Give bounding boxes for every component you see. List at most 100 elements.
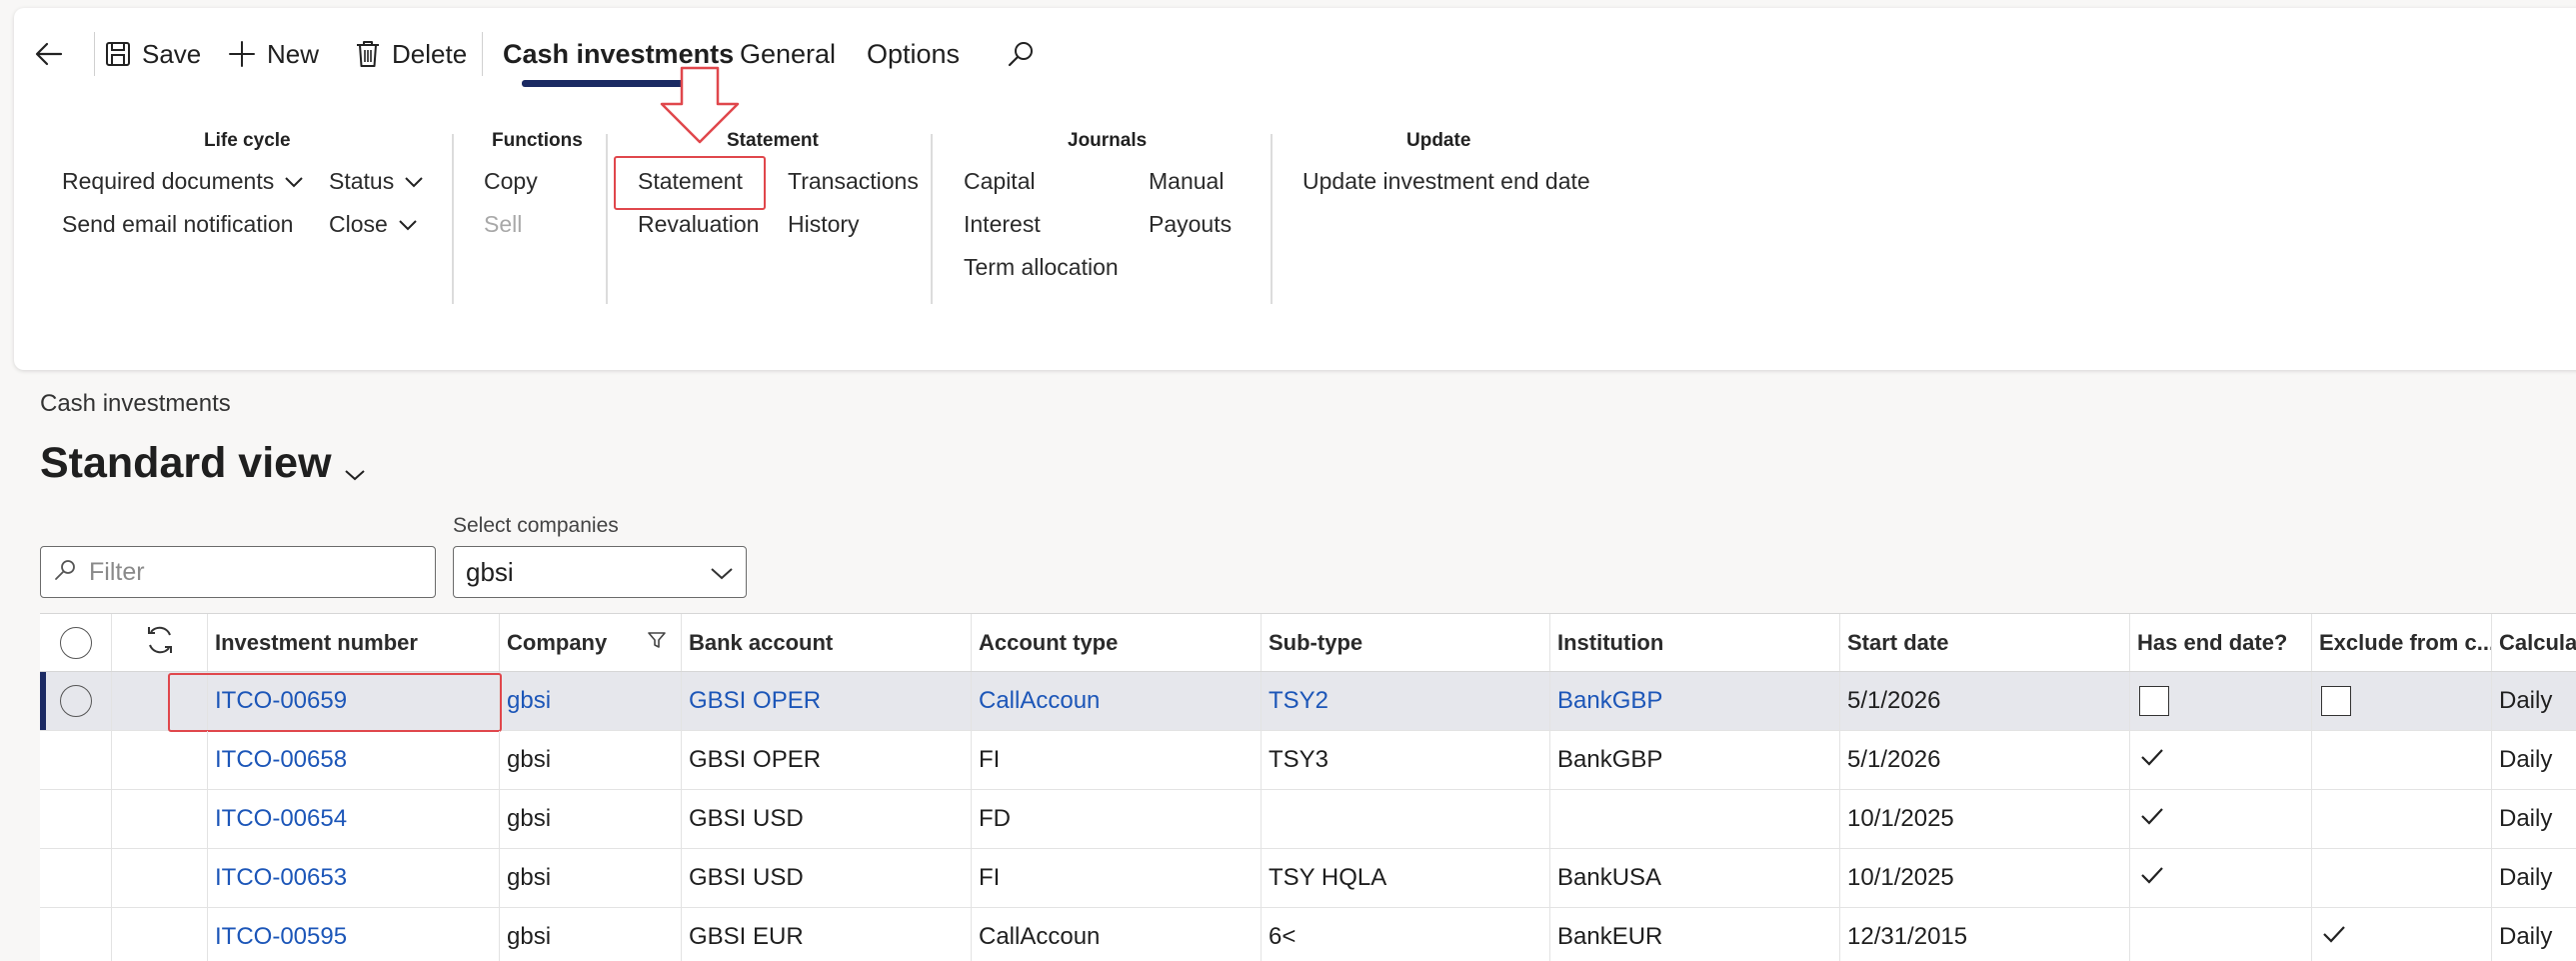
account-type-cell: CallAccoun xyxy=(972,908,1262,961)
sub-type-link[interactable]: TSY2 xyxy=(1262,672,1550,730)
manual-button[interactable]: Manual xyxy=(1149,168,1224,195)
calculation-cell: Daily xyxy=(2499,805,2553,832)
delete-button[interactable]: Delete xyxy=(354,30,467,78)
exclude-cell xyxy=(2312,731,2492,789)
transactions-button[interactable]: Transactions xyxy=(788,168,919,195)
company-cell: gbsi xyxy=(500,731,682,789)
col-account-type[interactable]: Account type xyxy=(972,614,1262,671)
has-end-date-cell xyxy=(2130,672,2312,730)
sub-type-cell: TSY3 xyxy=(1262,731,1550,789)
company-link[interactable]: gbsi xyxy=(500,672,682,730)
sell-button[interactable]: Sell xyxy=(484,211,522,238)
investment-number-link[interactable]: ITCO-00658 xyxy=(208,731,500,789)
functions-group-title: Functions xyxy=(492,130,583,151)
payouts-button[interactable]: Payouts xyxy=(1149,211,1232,238)
tab-general[interactable]: General xyxy=(740,30,836,78)
search-icon xyxy=(53,558,77,587)
new-button[interactable]: New xyxy=(227,30,319,78)
calculation-cell: Daily xyxy=(2499,746,2553,773)
chevron-down-icon xyxy=(398,211,418,238)
toolbar: Save New Delete Cash investments General… xyxy=(14,8,1214,88)
chevron-down-icon xyxy=(404,168,424,195)
search-icon xyxy=(1006,39,1036,69)
checkmark-icon xyxy=(2139,746,2165,775)
row-select-cell xyxy=(40,790,112,848)
has-end-date-cell xyxy=(2130,790,2312,848)
refresh-cell xyxy=(112,614,208,671)
start-date-cell: 5/1/2026 xyxy=(1840,731,2130,789)
save-button[interactable]: Save xyxy=(104,30,201,78)
status-label: Status xyxy=(329,168,395,194)
col-institution[interactable]: Institution xyxy=(1550,614,1840,671)
account-type-link[interactable]: CallAccoun xyxy=(972,672,1262,730)
table-row[interactable]: ITCO-00595 gbsi GBSI EUR CallAccoun 6< B… xyxy=(40,908,2576,961)
down-arrow-annotation-icon xyxy=(658,66,742,151)
table-row[interactable]: ITCO-00654 gbsi GBSI USD FD 10/1/2025 Da… xyxy=(40,790,2576,849)
interest-button[interactable]: Interest xyxy=(964,211,1041,238)
send-email-notification-button[interactable]: Send email notification xyxy=(62,211,293,238)
col-has-end-date[interactable]: Has end date? xyxy=(2130,614,2312,671)
company-cell: gbsi xyxy=(500,849,682,907)
col-calculation[interactable]: Calculation xyxy=(2492,614,2576,671)
col-exclude[interactable]: Exclude from c... xyxy=(2312,614,2492,671)
close-label: Close xyxy=(329,211,388,237)
status-menu[interactable]: Status xyxy=(329,168,424,195)
company-cell: gbsi xyxy=(500,790,682,848)
chevron-down-icon xyxy=(710,557,734,588)
has-end-date-checkbox[interactable] xyxy=(2139,686,2169,716)
col-company[interactable]: Company xyxy=(500,614,682,671)
close-menu[interactable]: Close xyxy=(329,211,418,238)
term-allocation-button[interactable]: Term allocation xyxy=(964,254,1119,281)
row-select-cell xyxy=(40,731,112,789)
bank-account-link[interactable]: GBSI OPER xyxy=(682,672,972,730)
update-group-title: Update xyxy=(1406,130,1471,151)
checkmark-icon xyxy=(2139,864,2165,893)
account-type-cell: FI xyxy=(972,849,1262,907)
sub-type-cell: 6< xyxy=(1262,908,1550,961)
sub-type-cell: TSY HQLA xyxy=(1262,849,1550,907)
filter-box[interactable] xyxy=(40,546,436,598)
table-row[interactable]: ITCO-00658 gbsi GBSI OPER FI TSY3 BankGB… xyxy=(40,731,2576,790)
investments-grid: Investment number Company Bank account A… xyxy=(40,613,2576,961)
exclude-checkbox[interactable] xyxy=(2321,686,2351,716)
copy-button[interactable]: Copy xyxy=(484,168,538,195)
page-title: Standard view xyxy=(40,439,332,487)
history-button[interactable]: History xyxy=(788,211,860,238)
group-divider xyxy=(931,134,933,304)
investment-number-link[interactable]: ITCO-00653 xyxy=(208,849,500,907)
required-documents-label: Required documents xyxy=(62,168,275,194)
trash-icon xyxy=(354,39,382,69)
table-row[interactable]: ITCO-00653 gbsi GBSI USD FI TSY HQLA Ban… xyxy=(40,849,2576,908)
select-companies-dropdown[interactable]: gbsi xyxy=(453,546,747,598)
refresh-icon[interactable] xyxy=(143,623,177,663)
tab-options[interactable]: Options xyxy=(867,30,960,78)
select-all-cell xyxy=(40,614,112,671)
col-investment-number[interactable]: Investment number xyxy=(208,614,500,671)
required-documents-menu[interactable]: Required documents xyxy=(62,168,304,195)
group-divider xyxy=(1271,134,1273,304)
row-select-cell xyxy=(40,672,112,730)
row-spacer-cell xyxy=(112,790,208,848)
view-selector[interactable]: Standard view xyxy=(40,434,366,493)
investment-number-link[interactable]: ITCO-00595 xyxy=(208,908,500,961)
capital-button[interactable]: Capital xyxy=(964,168,1036,195)
col-start-date[interactable]: Start date xyxy=(1840,614,2130,671)
bank-account-cell: GBSI USD xyxy=(682,790,972,848)
row-spacer-cell xyxy=(112,731,208,789)
row-spacer-cell xyxy=(112,908,208,961)
col-sub-type[interactable]: Sub-type xyxy=(1262,614,1550,671)
investment-number-highlight-box xyxy=(168,673,502,732)
filter-input[interactable] xyxy=(89,557,409,587)
account-type-cell: FI xyxy=(972,731,1262,789)
investment-number-link[interactable]: ITCO-00654 xyxy=(208,790,500,848)
back-button[interactable] xyxy=(34,30,64,78)
select-all-radio[interactable] xyxy=(59,626,92,659)
filter-funnel-icon[interactable] xyxy=(647,630,667,656)
institution-link[interactable]: BankGBP xyxy=(1550,672,1840,730)
update-investment-end-date-button[interactable]: Update investment end date xyxy=(1302,168,1590,195)
revaluation-button[interactable]: Revaluation xyxy=(638,211,759,238)
row-select-radio[interactable] xyxy=(59,685,92,717)
col-bank-account[interactable]: Bank account xyxy=(682,614,972,671)
lifecycle-group-title: Life cycle xyxy=(204,130,291,151)
search-button[interactable] xyxy=(1006,30,1036,78)
